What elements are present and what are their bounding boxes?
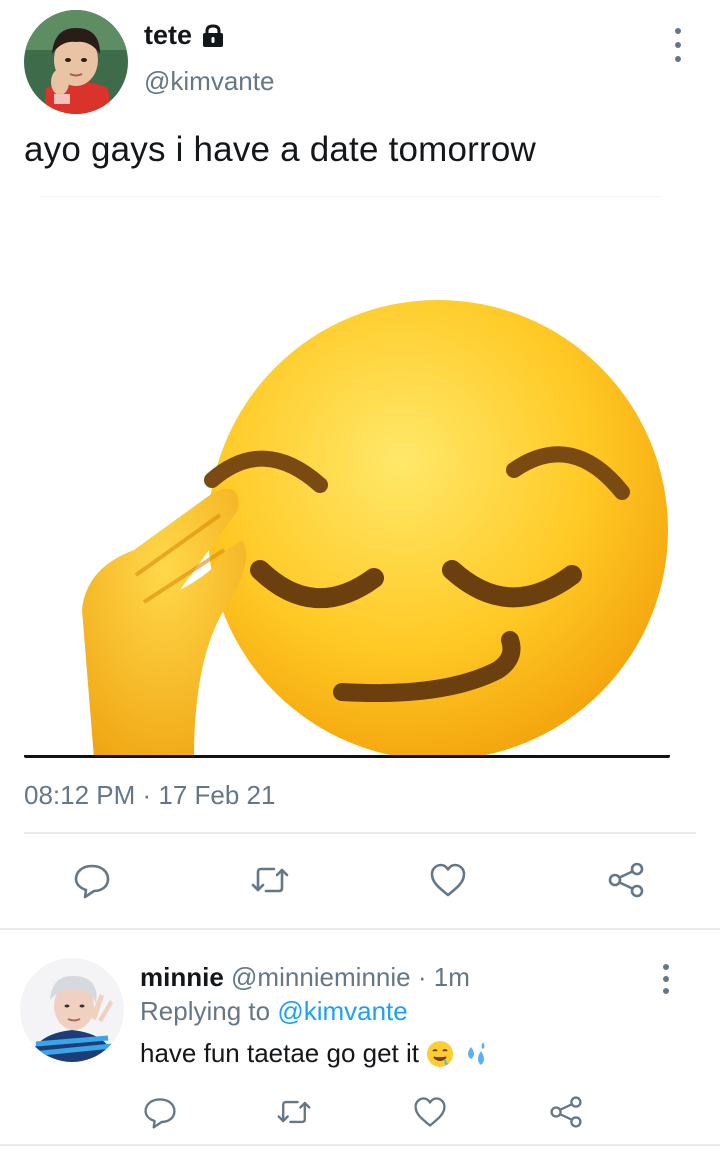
like-icon[interactable] xyxy=(426,858,470,902)
reply-actions xyxy=(0,1090,720,1134)
tweet-media-image[interactable] xyxy=(24,230,670,758)
reply-icon[interactable] xyxy=(70,858,114,902)
tweet-timestamp[interactable]: 08:12 PM · 17 Feb 21 xyxy=(24,780,275,811)
tweet-actions xyxy=(0,858,720,906)
reply-author-name[interactable]: minnie xyxy=(140,962,224,992)
retweet-icon[interactable] xyxy=(272,1090,316,1134)
reply-text-row: have fun taetae go get it xyxy=(140,1038,491,1069)
author-avatar[interactable] xyxy=(24,10,128,114)
reply-author-avatar[interactable] xyxy=(20,958,124,1062)
drooling-face-emoji xyxy=(425,1039,455,1069)
divider xyxy=(40,196,660,197)
reply-time[interactable]: 1m xyxy=(434,962,470,992)
reply-header: minnie @minnieminnie · 1m xyxy=(140,962,470,993)
reply-text: have fun taetae go get it xyxy=(140,1038,419,1068)
tweet-text: ayo gays i have a date tomorrow xyxy=(24,130,537,169)
author-name-row: tete xyxy=(144,20,226,51)
reply-author-handle[interactable]: @minnieminnie xyxy=(231,962,411,992)
reply-tweet[interactable]: minnie @minnieminnie · 1m Replying to @k… xyxy=(0,930,720,1151)
replying-to-prefix: Replying to xyxy=(140,996,271,1026)
reply-icon[interactable] xyxy=(138,1090,182,1134)
retweet-icon[interactable] xyxy=(248,858,292,902)
author-handle[interactable]: @kimvante xyxy=(144,66,274,97)
author-display-name[interactable]: tete xyxy=(144,20,192,51)
divider xyxy=(24,832,696,834)
share-icon[interactable] xyxy=(544,1090,588,1134)
like-icon[interactable] xyxy=(408,1090,452,1134)
reply-more-options-icon[interactable] xyxy=(652,964,680,994)
more-options-icon[interactable] xyxy=(664,28,692,62)
replying-to-mention[interactable]: @kimvante xyxy=(277,996,407,1026)
lock-icon xyxy=(200,23,226,49)
share-icon[interactable] xyxy=(604,858,648,902)
reply-separator: · xyxy=(417,962,427,992)
replying-to-line: Replying to @kimvante xyxy=(140,996,408,1027)
divider xyxy=(0,1144,720,1146)
sweat-droplets-emoji xyxy=(461,1039,491,1069)
